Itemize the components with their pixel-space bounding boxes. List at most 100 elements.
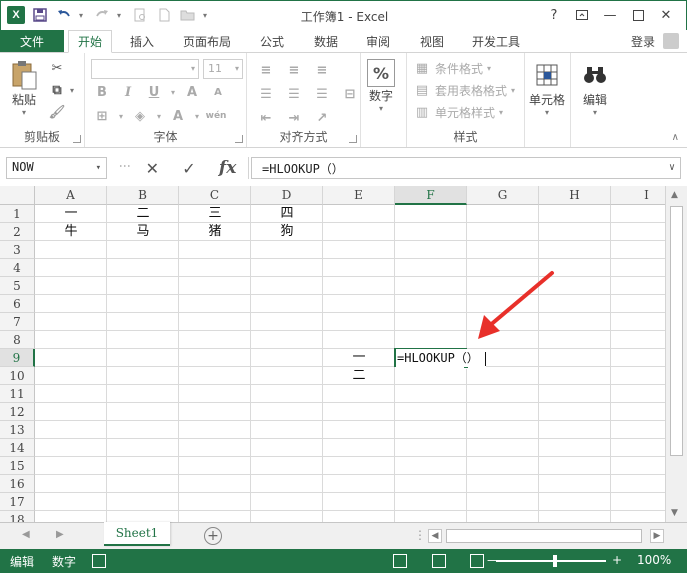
enter-formula-button[interactable]: ✓ (182, 159, 195, 178)
increase-font-icon[interactable]: A (183, 83, 201, 101)
cell-e10[interactable]: 二 (323, 367, 395, 385)
horizontal-scroll-thumb[interactable] (446, 529, 642, 543)
name-box-dropdown-icon[interactable]: ▾ (96, 163, 101, 173)
tab-review[interactable]: 审阅 (358, 30, 398, 52)
sheet-tab-sheet1[interactable]: Sheet1 (104, 522, 170, 546)
zoom-slider[interactable] (496, 560, 606, 562)
column-header-b[interactable]: B (107, 186, 179, 205)
insert-function-button[interactable]: fx (219, 158, 236, 178)
hscroll-grip[interactable]: ⋮ (414, 528, 426, 542)
redo-icon[interactable] (93, 6, 111, 24)
font-name-combo[interactable]: ▾ (91, 59, 199, 79)
cell-area[interactable]: 一二三四牛马猪狗一二 =HLOOKUP（） (35, 205, 665, 522)
orientation-icon[interactable]: ↗ (313, 109, 331, 127)
row-header-11[interactable]: 11 (0, 385, 35, 403)
row-header-15[interactable]: 15 (0, 457, 35, 475)
zoom-level[interactable]: 100% (637, 553, 671, 567)
vertical-scrollbar[interactable]: ▲ ▼ (665, 186, 687, 522)
cell-styles-button[interactable]: ▥ 单元格样式 ▾ (413, 103, 503, 121)
cell-b2[interactable]: 马 (107, 223, 179, 241)
number-format-button[interactable]: % 数字 ▾ (367, 59, 395, 113)
tab-data[interactable]: 数据 (306, 30, 346, 52)
row-header-5[interactable]: 5 (0, 277, 35, 295)
column-header-e[interactable]: E (323, 186, 395, 205)
cancel-formula-button[interactable]: ✕ (146, 159, 159, 178)
font-color-dropdown-icon[interactable]: ▾ (195, 112, 199, 121)
row-header-16[interactable]: 16 (0, 475, 35, 493)
customize-qat-icon[interactable]: ▾ (203, 11, 211, 20)
scroll-up-icon[interactable]: ▲ (671, 190, 678, 200)
cell-c1[interactable]: 三 (179, 205, 251, 223)
minimize-button[interactable]: — (596, 5, 624, 25)
vertical-scroll-thumb[interactable] (670, 206, 683, 456)
paste-dropdown-icon[interactable]: ▾ (22, 108, 26, 117)
undo-dropdown-icon[interactable]: ▾ (79, 11, 87, 20)
row-header-14[interactable]: 14 (0, 439, 35, 457)
align-middle-icon[interactable]: ≡ (285, 61, 303, 79)
column-header-a[interactable]: A (35, 186, 107, 205)
save-icon[interactable] (31, 6, 49, 24)
decrease-font-icon[interactable]: A (209, 83, 227, 101)
alignment-launcher-icon[interactable] (349, 135, 357, 143)
row-header-7[interactable]: 7 (0, 313, 35, 331)
zoom-in-button[interactable]: + (612, 553, 622, 567)
tab-home[interactable]: 开始 (68, 30, 112, 53)
cut-button[interactable]: ✂ (48, 59, 66, 77)
formula-bar-grip[interactable]: ⋮ (118, 160, 132, 170)
zoom-slider-thumb[interactable] (553, 555, 557, 567)
bold-icon[interactable]: B (93, 83, 111, 101)
column-header-f[interactable]: F (395, 186, 467, 205)
cell-d1[interactable]: 四 (251, 205, 323, 223)
tab-view[interactable]: 视图 (412, 30, 452, 52)
new-file-icon[interactable] (155, 6, 173, 24)
format-as-table-button[interactable]: ▤ 套用表格格式 ▾ (413, 81, 515, 99)
merge-center-icon[interactable]: ⊟ (341, 85, 359, 103)
login-link[interactable]: 登录 (631, 33, 655, 50)
add-sheet-button[interactable]: + (204, 527, 222, 545)
copy-button[interactable]: ⧉ ▾ (48, 81, 74, 99)
paste-button[interactable]: 粘贴 ▾ (8, 59, 40, 117)
tab-insert[interactable]: 插入 (122, 30, 162, 52)
cell-c2[interactable]: 猪 (179, 223, 251, 241)
fill-color-dropdown-icon[interactable]: ▾ (157, 112, 161, 121)
account-icon[interactable] (663, 33, 679, 49)
row-header-1[interactable]: 1 (0, 205, 35, 223)
align-bottom-icon[interactable]: ≡ (313, 61, 331, 79)
scroll-down-icon[interactable]: ▼ (671, 508, 678, 518)
collapse-ribbon-icon[interactable]: ∧ (672, 132, 679, 143)
name-box[interactable]: NOW ▾ (6, 157, 107, 179)
cell-d2[interactable]: 狗 (251, 223, 323, 241)
column-header-d[interactable]: D (251, 186, 323, 205)
tab-formulas[interactable]: 公式 (252, 30, 292, 52)
ribbon-display-options-button[interactable] (568, 5, 596, 25)
row-header-12[interactable]: 12 (0, 403, 35, 421)
horizontal-scrollbar[interactable]: ⋮ ◀ ▶ (414, 528, 664, 544)
row-header-13[interactable]: 13 (0, 421, 35, 439)
cell-b1[interactable]: 二 (107, 205, 179, 223)
cells-button[interactable]: 单元格 ▾ (529, 59, 565, 117)
clipboard-launcher-icon[interactable] (73, 135, 81, 143)
open-folder-icon[interactable] (179, 6, 197, 24)
row-header-8[interactable]: 8 (0, 331, 35, 349)
format-painter-button[interactable]: 🖌 (48, 103, 66, 121)
row-header-10[interactable]: 10 (0, 367, 35, 385)
decrease-indent-icon[interactable]: ⇤ (257, 109, 275, 127)
row-header-18[interactable]: 18 (0, 511, 35, 522)
copy-dropdown-icon[interactable]: ▾ (70, 86, 74, 95)
font-color-icon[interactable]: A (169, 107, 187, 125)
underline-dropdown-icon[interactable]: ▾ (171, 88, 175, 97)
align-center-icon[interactable]: ☰ (285, 85, 303, 103)
font-launcher-icon[interactable] (235, 135, 243, 143)
column-header-g[interactable]: G (467, 186, 539, 205)
tab-developer[interactable]: 开发工具 (466, 30, 526, 52)
row-header-4[interactable]: 4 (0, 259, 35, 277)
prev-sheet-icon[interactable]: ◀ (22, 529, 30, 540)
conditional-format-button[interactable]: ▦ 条件格式 ▾ (413, 59, 491, 77)
scroll-left-icon[interactable]: ◀ (428, 529, 442, 543)
fill-color-icon[interactable]: ◈ (131, 107, 149, 125)
cell-a1[interactable]: 一 (35, 205, 107, 223)
borders-icon[interactable]: ⊞ (93, 107, 111, 125)
column-header-c[interactable]: C (179, 186, 251, 205)
page-break-view-icon[interactable] (470, 554, 484, 568)
increase-indent-icon[interactable]: ⇥ (285, 109, 303, 127)
